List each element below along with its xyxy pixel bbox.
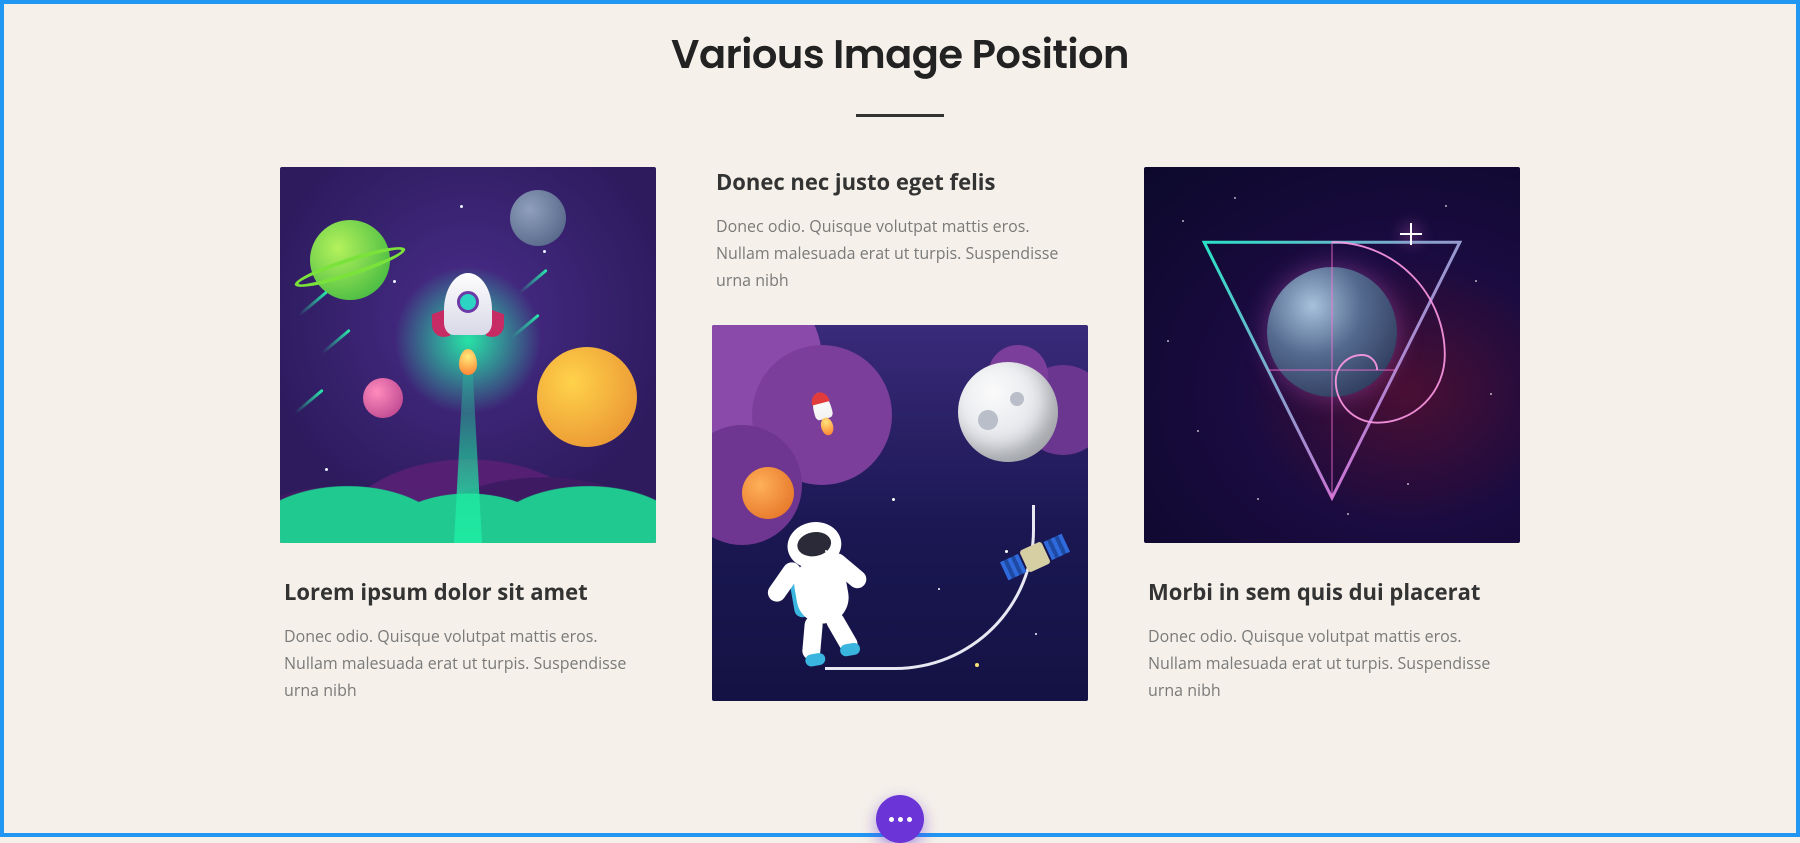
card-2-body: Donec odio. Quisque volutpat mattis eros… <box>716 213 1084 295</box>
astronaut-icon <box>753 504 897 673</box>
card-1-body: Donec odio. Quisque volutpat mattis eros… <box>284 623 652 705</box>
card-1-image <box>280 167 656 543</box>
sparkle-icon <box>1400 223 1422 245</box>
moon-icon <box>958 362 1058 462</box>
card-3-image <box>1144 167 1520 543</box>
card-3-body: Donec odio. Quisque volutpat mattis eros… <box>1148 623 1516 705</box>
card-1-text: Lorem ipsum dolor sit amet Donec odio. Q… <box>280 577 656 705</box>
section-title: Various Image Position <box>280 24 1520 84</box>
more-options-button[interactable] <box>876 795 924 843</box>
planet-yellow-icon <box>537 347 637 447</box>
card-row: Lorem ipsum dolor sit amet Donec odio. Q… <box>280 167 1520 705</box>
planet-grey-icon <box>510 190 566 246</box>
card-3-title: Morbi in sem quis dui placerat <box>1148 577 1516 607</box>
card-1-title: Lorem ipsum dolor sit amet <box>284 577 652 607</box>
dot-icon <box>907 817 912 822</box>
card-2-title: Donec nec justo eget felis <box>716 167 1084 197</box>
card-2-text: Donec nec justo eget felis Donec odio. Q… <box>712 167 1088 295</box>
card-1: Lorem ipsum dolor sit amet Donec odio. Q… <box>280 167 656 705</box>
dot-icon <box>898 817 903 822</box>
triangle-geometry-icon <box>1144 167 1520 543</box>
content-wrapper: Various Image Position <box>270 24 1530 705</box>
card-2: Donec nec justo eget felis Donec odio. Q… <box>712 167 1088 701</box>
card-3: Morbi in sem quis dui placerat Donec odi… <box>1144 167 1520 705</box>
planet-saturn-icon <box>310 220 390 300</box>
rocket-icon <box>444 273 492 361</box>
planet-pink-icon <box>363 378 403 418</box>
card-2-image <box>712 325 1088 701</box>
dot-icon <box>889 817 894 822</box>
card-3-text: Morbi in sem quis dui placerat Donec odi… <box>1144 577 1520 705</box>
title-divider <box>856 114 944 117</box>
